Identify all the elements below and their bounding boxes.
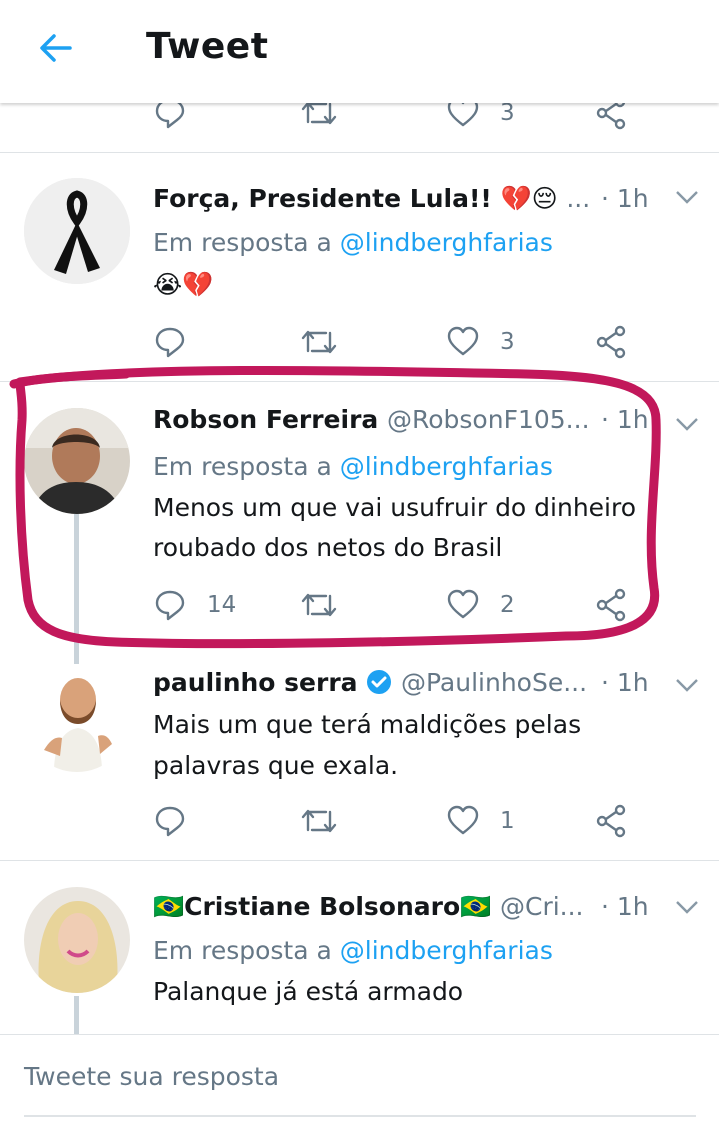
like-action: 2 — [446, 588, 515, 622]
share-icon[interactable] — [596, 804, 628, 838]
like-count: 2 — [500, 592, 515, 618]
display-name[interactable]: paulinho serra @PaulinhoSe... — [153, 668, 587, 697]
back-button[interactable] — [36, 28, 76, 68]
thread-line — [74, 514, 79, 664]
thread-line — [74, 996, 79, 1034]
retweet-action — [300, 588, 338, 622]
reply-action — [153, 325, 187, 359]
divider — [0, 1034, 719, 1035]
verified-badge-icon — [367, 670, 392, 694]
tweet-text-line-1: Mais um que terá maldições pelas — [153, 710, 582, 739]
tweet-text: 😭💔 — [153, 270, 214, 299]
user-handle[interactable]: @Cri... — [500, 892, 584, 921]
share-icon[interactable] — [596, 325, 628, 359]
like-count: 1 — [500, 808, 515, 834]
reply-action — [153, 804, 187, 838]
like-action: 1 — [446, 804, 515, 838]
user-handle[interactable]: @RobsonF105... — [387, 405, 590, 434]
page-title: Tweet — [146, 26, 269, 67]
tweet-time: · 1h — [601, 184, 649, 213]
like-count: 3 — [500, 100, 515, 126]
mention-link[interactable]: @lindberghfarias — [340, 228, 553, 257]
display-name[interactable]: Robson Ferreira @RobsonF105... — [153, 405, 590, 434]
heart-icon[interactable] — [446, 804, 480, 838]
tweet-text-line-1: Menos um que vai usufruir do dinheiro — [153, 493, 637, 522]
avatar[interactable] — [24, 178, 130, 284]
heart-icon[interactable] — [446, 588, 480, 622]
display-name[interactable]: Força, Presidente Lula!! 💔😔 ... — [153, 184, 590, 214]
display-name[interactable]: 🇧🇷Cristiane Bolsonaro🇧🇷 @Cri... — [153, 892, 584, 922]
reply-action: 14 — [153, 588, 236, 622]
reply-count: 14 — [207, 592, 237, 618]
reply-compose-input[interactable]: Tweete sua resposta — [24, 1062, 279, 1091]
mention-link[interactable]: @lindberghfarias — [340, 936, 553, 965]
divider — [0, 860, 719, 861]
tweet-text-line-2: palavras que exala. — [153, 751, 399, 780]
avatar[interactable] — [24, 408, 130, 514]
user-handle[interactable]: @PaulinhoSe... — [401, 668, 587, 697]
person-photo — [24, 887, 130, 993]
app-header: Tweet — [0, 0, 719, 103]
tweet-text: Palanque já está armado — [153, 977, 464, 1006]
reply-context: Em resposta a @lindberghfarias — [153, 228, 553, 257]
share-action — [596, 325, 628, 359]
share-action — [596, 588, 628, 622]
compose-underline — [24, 1115, 696, 1117]
divider — [0, 152, 719, 153]
reply-icon[interactable] — [153, 804, 187, 838]
mention-link[interactable]: @lindberghfarias — [340, 452, 553, 481]
retweet-action — [300, 804, 338, 838]
tweet-time: · 1h — [601, 668, 649, 697]
mourning-ribbon-icon — [24, 178, 130, 284]
reply-context: Em resposta a @lindberghfarias — [153, 936, 553, 965]
user-handle[interactable]: ... — [566, 184, 590, 213]
tweet-text-line-2: roubado dos netos do Brasil — [153, 533, 503, 562]
chevron-down-icon[interactable] — [674, 676, 700, 694]
chevron-down-icon[interactable] — [674, 898, 700, 916]
heart-icon[interactable] — [446, 325, 480, 359]
avatar[interactable] — [24, 666, 130, 772]
person-photo — [24, 408, 130, 514]
like-action: 3 — [446, 325, 515, 359]
retweet-icon[interactable] — [300, 325, 338, 359]
divider — [0, 381, 719, 382]
chevron-down-icon[interactable] — [674, 188, 700, 206]
reply-icon[interactable] — [153, 325, 187, 359]
retweet-action — [300, 325, 338, 359]
chevron-down-icon[interactable] — [674, 415, 700, 433]
tweet-time: · 1h — [601, 892, 649, 921]
reply-context: Em resposta a @lindberghfarias — [153, 452, 553, 481]
arrow-left-icon — [40, 34, 72, 62]
reply-icon[interactable] — [153, 588, 187, 622]
share-icon[interactable] — [596, 588, 628, 622]
avatar[interactable] — [24, 887, 130, 993]
share-action — [596, 804, 628, 838]
like-count: 3 — [500, 329, 515, 355]
caricature-avatar — [24, 666, 130, 772]
retweet-icon[interactable] — [300, 804, 338, 838]
retweet-icon[interactable] — [300, 588, 338, 622]
tweet-time: · 1h — [601, 405, 649, 434]
